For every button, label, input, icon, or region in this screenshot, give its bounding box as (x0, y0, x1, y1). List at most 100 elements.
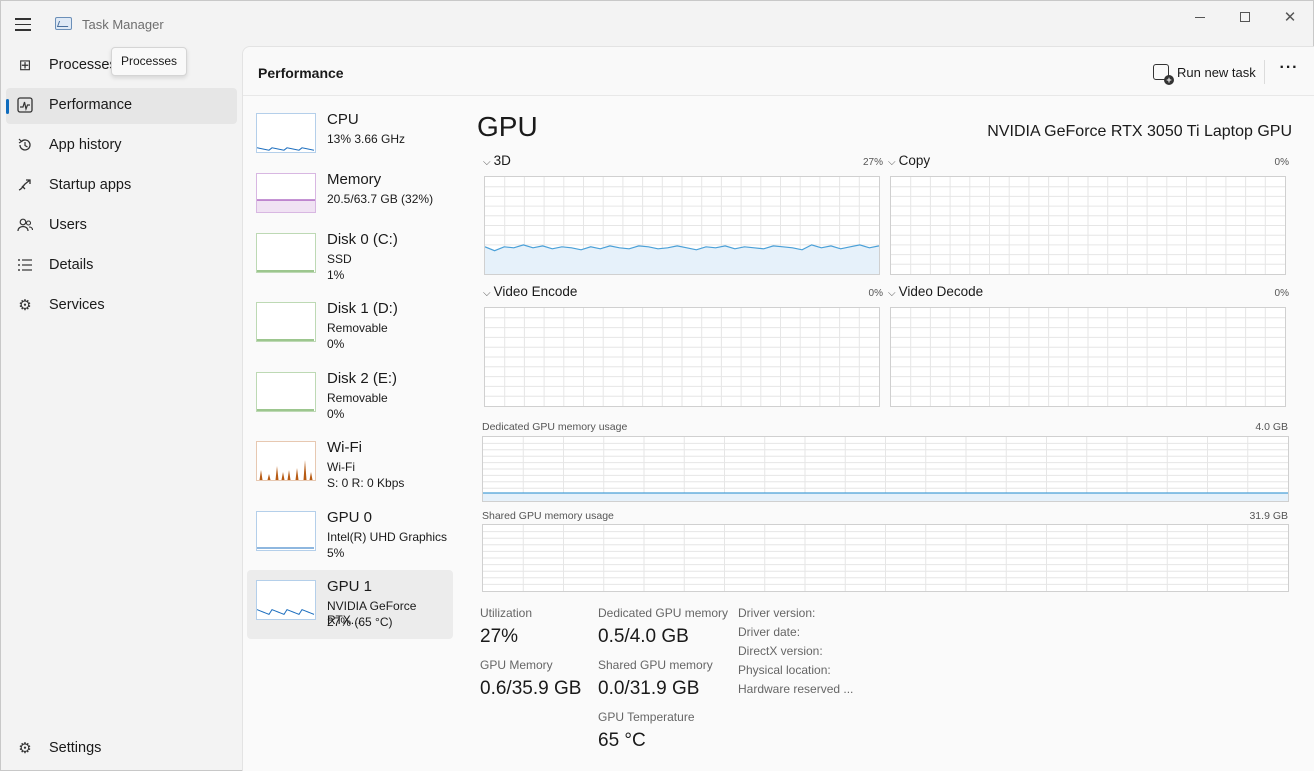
engine-copy-pct: 0% (1274, 157, 1289, 168)
engine-video-decode-pct: 0% (1274, 288, 1289, 299)
engine-label: Video Encode (493, 284, 578, 299)
device-item-wi-fi[interactable]: Wi-Fi Wi-Fi S: 0 R: 0 Kbps (247, 431, 453, 500)
dedicated-gpu-memory-value: 0.5/4.0 GB (598, 626, 689, 647)
chevron-down-icon: ⌵ (483, 288, 491, 299)
chevron-down-icon: ⌵ (483, 157, 491, 168)
hamburger-menu-icon[interactable] (15, 15, 35, 33)
shared-memory-graph (482, 524, 1289, 592)
driver-version-label: Driver version: (738, 606, 816, 620)
sidebar-item-settings[interactable]: ⚙ Settings (6, 731, 237, 767)
device-detail-1: 13% 3.66 GHz (327, 132, 406, 146)
minimize-icon (1195, 16, 1205, 18)
device-name: Memory (327, 171, 382, 188)
device-detail-1: 20.5/63.7 GB (32%) (327, 192, 434, 206)
engine-copy-selector[interactable]: ⌵ Copy (888, 153, 930, 168)
sidebar-item-startup-apps[interactable]: Startup apps (6, 168, 237, 204)
sidebar-item-services[interactable]: ⚙ Services (6, 288, 237, 324)
gpu-title: GPU (477, 111, 538, 142)
directx-version-label: DirectX version: (738, 644, 823, 658)
app-title: Task Manager (82, 17, 164, 32)
sidebar-item-label: App history (49, 137, 122, 153)
device-name: Disk 2 (E:) (327, 370, 398, 387)
dedicated-gpu-memory-label: Dedicated GPU memory (598, 606, 729, 620)
maximize-button[interactable] (1222, 1, 1268, 33)
engine-label: Copy (898, 153, 931, 168)
device-thumbnail-graph (256, 372, 316, 412)
hardware-reserved-label: Hardware reserved ... (738, 682, 854, 696)
maximize-icon (1240, 12, 1250, 22)
device-item-disk-0-c[interactable]: Disk 0 (C:) SSD 1% (247, 223, 453, 292)
device-detail-2: 0% (327, 407, 345, 421)
device-detail-1: SSD (327, 252, 352, 266)
device-name: Disk 0 (C:) (327, 231, 398, 248)
device-item-disk-1-d[interactable]: Disk 1 (D:) Removable 0% (247, 292, 453, 361)
performance-content: Performance Run new task ··· CPU 13% 3.66… (242, 46, 1314, 771)
device-detail-2: S: 0 R: 0 Kbps (327, 476, 405, 490)
page-title: Performance (258, 65, 344, 81)
device-detail-2: 0% (327, 337, 345, 351)
sidebar-item-app-history[interactable]: App history (6, 128, 237, 164)
shared-memory-max: 31.9 GB (1249, 510, 1288, 522)
engine-3d-selector[interactable]: ⌵ 3D (483, 153, 511, 168)
device-item-gpu-1[interactable]: GPU 1 NVIDIA GeForce RTX... 27% (65 °C) (247, 570, 453, 639)
sidebar-item-label: Startup apps (49, 177, 132, 193)
device-item-disk-2-e[interactable]: Disk 2 (E:) Removable 0% (247, 362, 453, 431)
sidebar-item-label: Performance (49, 97, 133, 113)
device-name: GPU 0 (327, 509, 373, 526)
engine-video-encode-selector[interactable]: ⌵ Video Encode (483, 284, 577, 299)
performance-icon (16, 96, 34, 114)
device-thumbnail-graph (256, 511, 316, 551)
sidebar-item-details[interactable]: Details (6, 248, 237, 284)
device-thumbnail-graph (256, 173, 316, 213)
services-icon: ⚙ (18, 297, 32, 314)
device-detail-1: Intel(R) UHD Graphics (327, 530, 448, 544)
sidebar-item-label: Settings (49, 740, 102, 756)
utilization-label: Utilization (480, 606, 533, 620)
engine-3d-graph (484, 176, 880, 275)
content-header: Performance Run new task ··· (243, 47, 1314, 96)
more-options-button[interactable]: ··· (1271, 59, 1307, 85)
sidebar-item-label: Users (49, 217, 87, 233)
device-thumbnail-graph (256, 113, 316, 153)
device-thumbnail-graph (256, 441, 316, 481)
physical-location-label: Physical location: (738, 663, 831, 677)
run-task-icon (1153, 64, 1174, 85)
chevron-down-icon: ⌵ (888, 288, 896, 299)
users-icon (16, 216, 34, 234)
sidebar-item-users[interactable]: Users (6, 208, 237, 244)
shared-memory-label: Shared GPU memory usage (482, 510, 614, 522)
sidebar-item-label: Processes (49, 57, 117, 73)
close-icon: ✕ (1283, 9, 1297, 26)
device-detail-1: Removable (327, 391, 388, 405)
history-icon (16, 136, 34, 154)
dedicated-memory-label: Dedicated GPU memory usage (482, 421, 628, 433)
title-bar: Task Manager ✕ (1, 1, 1313, 46)
device-item-memory[interactable]: Memory 20.5/63.7 GB (32%) (247, 163, 453, 232)
gpu-model-name: NVIDIA GeForce RTX 3050 Ti Laptop GPU (987, 123, 1292, 140)
sidebar-item-label: Services (49, 297, 105, 313)
engine-video-encode-graph (484, 307, 880, 407)
device-detail-2: 1% (327, 268, 345, 282)
sidebar-item-performance[interactable]: Performance (6, 88, 237, 124)
device-detail-2: 5% (327, 546, 345, 560)
engine-video-decode-graph (890, 307, 1286, 407)
shared-gpu-memory-value: 0.0/31.9 GB (598, 678, 700, 699)
utilization-value: 27% (480, 626, 519, 647)
device-item-gpu-0[interactable]: GPU 0 Intel(R) UHD Graphics 5% (247, 501, 453, 570)
device-name: GPU 1 (327, 578, 373, 595)
run-new-task-button[interactable]: Run new task (1153, 61, 1256, 85)
engine-video-decode-selector[interactable]: ⌵ Video Decode (888, 284, 983, 299)
engine-label: Video Decode (898, 284, 984, 299)
device-item-cpu[interactable]: CPU 13% 3.66 GHz (247, 103, 453, 172)
gpu-memory-value: 0.6/35.9 GB (480, 678, 582, 699)
engine-copy-graph (890, 176, 1286, 275)
shared-gpu-memory-label: Shared GPU memory (598, 658, 713, 672)
device-thumbnail-graph (256, 233, 316, 273)
close-button[interactable]: ✕ (1267, 1, 1313, 33)
processes-tooltip: Processes (111, 47, 188, 76)
run-new-task-label: Run new task (1177, 64, 1256, 80)
minimize-button[interactable] (1177, 1, 1223, 33)
engine-video-encode-pct: 0% (868, 288, 883, 299)
dedicated-memory-graph (482, 436, 1289, 502)
engine-3d-pct: 27% (862, 157, 883, 168)
